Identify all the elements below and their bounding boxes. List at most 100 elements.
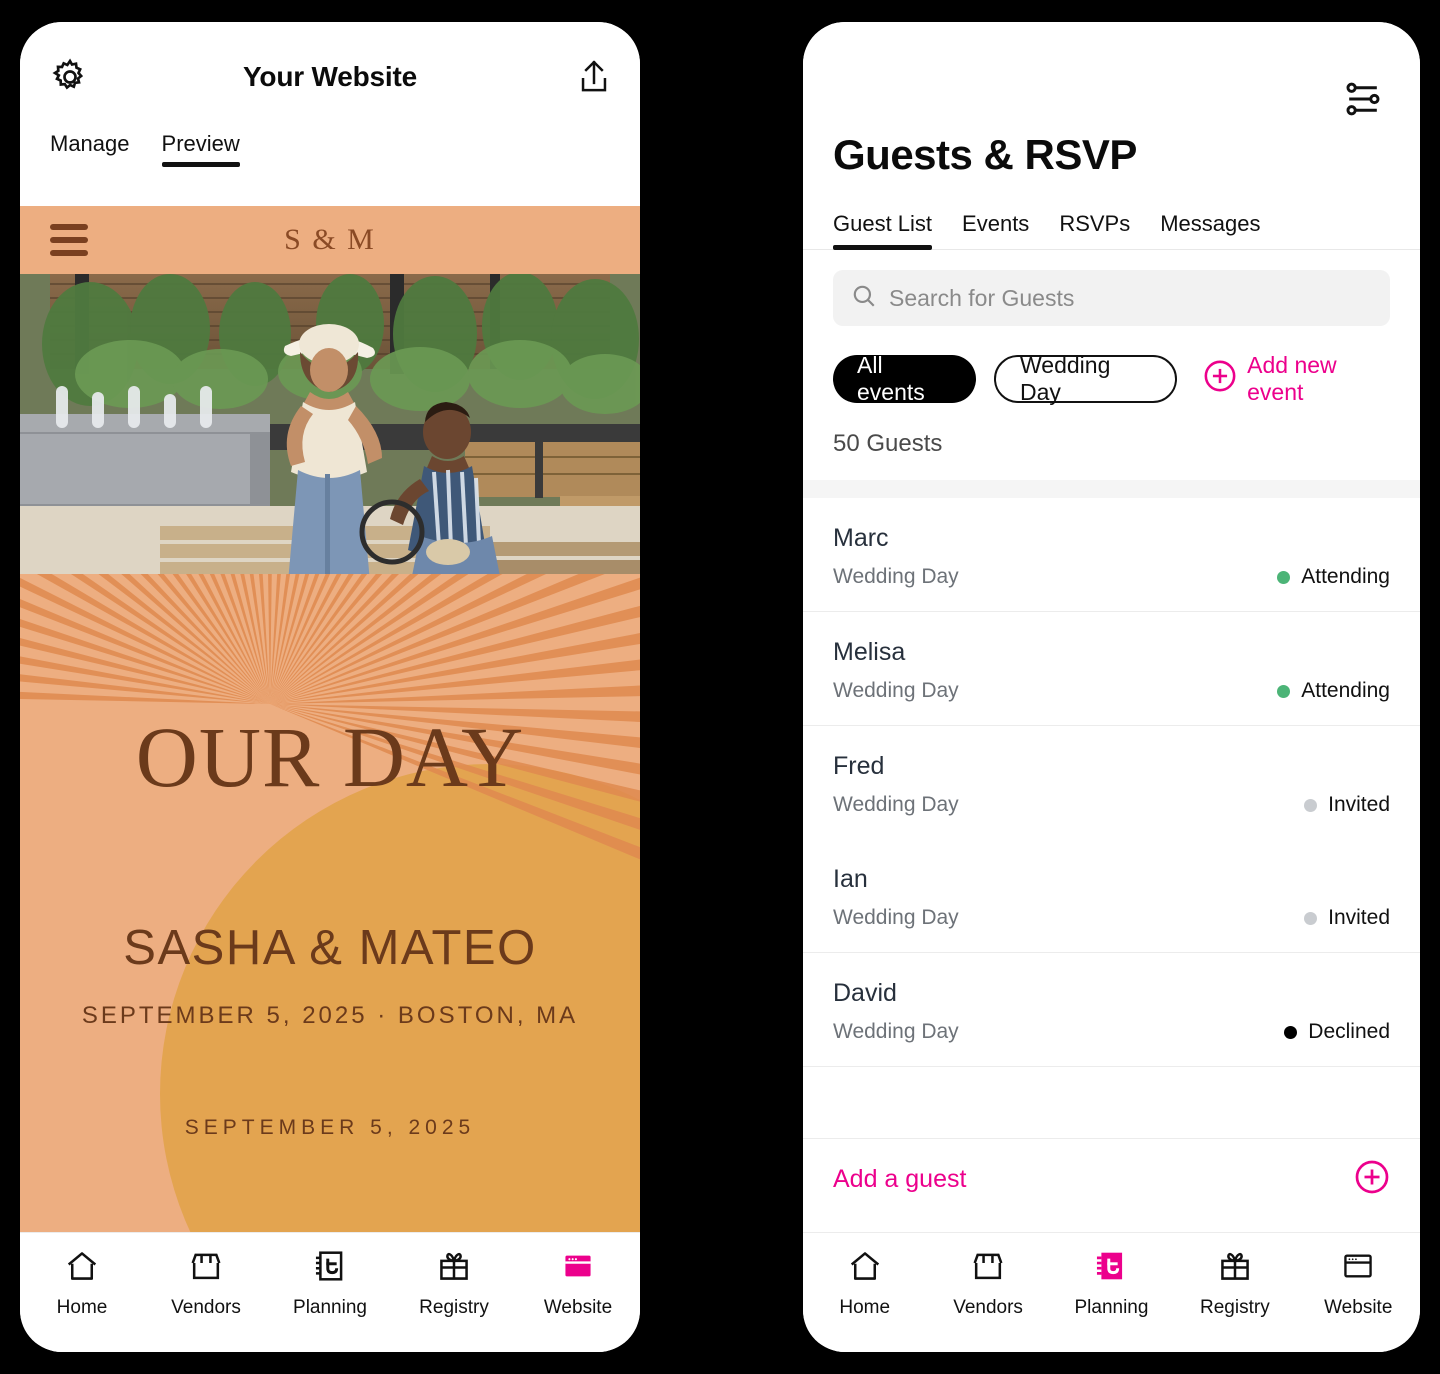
status-dot bbox=[1304, 798, 1318, 812]
search-icon bbox=[851, 283, 877, 314]
add-guest-label: Add a guest bbox=[833, 1165, 967, 1193]
hamburger-menu-icon[interactable] bbox=[50, 224, 88, 256]
guest-group: Fred Wedding Day Invited Ian Wedding Day… bbox=[803, 725, 1420, 952]
nav-label-vendors: Vendors bbox=[171, 1297, 241, 1318]
guest-count: 50 Guests bbox=[833, 430, 943, 457]
table-row[interactable]: David Wedding Day Declined bbox=[803, 953, 1420, 1066]
tab-manage[interactable]: Manage bbox=[50, 131, 130, 167]
plus-circle-icon bbox=[1203, 359, 1237, 399]
tab-events[interactable]: Events bbox=[962, 211, 1029, 249]
guest-event: Wedding Day bbox=[833, 679, 959, 702]
guest-group: Marc Wedding Day Attending bbox=[803, 498, 1420, 611]
site-nav-bar: S & M bbox=[20, 206, 640, 274]
add-new-event-label: Add new event bbox=[1247, 352, 1337, 405]
phone-left-website-preview: Your Website Manage Preview S & M OUR DA… bbox=[20, 22, 640, 1352]
website-tabs: Manage Preview bbox=[20, 131, 640, 206]
status-label: Invited bbox=[1328, 793, 1390, 816]
nav-label-registry: Registry bbox=[1200, 1297, 1270, 1318]
nav-item-vendors[interactable]: Vendors bbox=[933, 1249, 1043, 1319]
status-dot bbox=[1304, 911, 1318, 925]
event-filter-chips: All events Wedding Day Add new event bbox=[803, 326, 1420, 406]
page-title: Your Website bbox=[243, 61, 417, 92]
tab-preview[interactable]: Preview bbox=[161, 131, 241, 168]
gift-icon bbox=[1217, 1249, 1253, 1288]
status-label: Attending bbox=[1301, 565, 1390, 588]
tab-rsvps[interactable]: RSVPs bbox=[1059, 211, 1130, 249]
tab-guest-list[interactable]: Guest List bbox=[833, 211, 933, 250]
status-label: Declined bbox=[1308, 1020, 1390, 1043]
nav-item-home[interactable]: Home bbox=[27, 1249, 137, 1319]
table-row[interactable]: Fred Wedding Day Invited bbox=[803, 726, 1420, 839]
nav-item-planning[interactable]: Planning bbox=[1056, 1249, 1166, 1319]
storefront-icon bbox=[188, 1249, 224, 1288]
status-badge: Attending bbox=[1277, 565, 1390, 589]
table-row[interactable]: Ian Wedding Day Invited bbox=[803, 839, 1420, 952]
gift-icon bbox=[436, 1249, 472, 1288]
guest-group: Melisa Wedding Day Attending bbox=[803, 611, 1420, 725]
nav-item-website[interactable]: Website bbox=[523, 1249, 633, 1319]
hero-date-location: SEPTEMBER 5, 2025 · BOSTON, MA bbox=[81, 1002, 579, 1029]
status-badge: Declined bbox=[1284, 1020, 1390, 1044]
search-input[interactable] bbox=[889, 284, 1372, 312]
guest-name: Ian bbox=[833, 865, 868, 893]
status-dot bbox=[1284, 1025, 1298, 1039]
share-upload-icon[interactable] bbox=[576, 58, 612, 96]
app-topbar: Your Website bbox=[20, 22, 640, 132]
status-dot bbox=[1277, 570, 1291, 584]
nav-label-vendors: Vendors bbox=[953, 1297, 1023, 1318]
nav-item-planning[interactable]: Planning bbox=[275, 1249, 385, 1319]
planner-book-icon bbox=[312, 1249, 348, 1288]
table-row[interactable]: Marc Wedding Day Attending bbox=[803, 498, 1420, 611]
table-row[interactable]: Melisa Wedding Day Attending bbox=[803, 612, 1420, 725]
bottom-nav-right: Home Vendors Planning Registry Website bbox=[803, 1232, 1420, 1352]
nav-label-website: Website bbox=[1324, 1297, 1393, 1318]
filter-sliders-icon[interactable] bbox=[1342, 80, 1384, 123]
home-icon bbox=[64, 1249, 100, 1288]
add-guest-row[interactable]: Add a guest bbox=[803, 1138, 1420, 1220]
nav-item-registry[interactable]: Registry bbox=[399, 1249, 509, 1319]
browser-window-icon bbox=[560, 1249, 596, 1288]
guest-name: Marc bbox=[833, 524, 889, 552]
guest-name: Fred bbox=[833, 752, 885, 780]
website-preview-frame: S & M OUR DAY SASHA & MATEO SEPTEMBER 5,… bbox=[20, 206, 640, 1270]
home-icon bbox=[847, 1249, 883, 1288]
guest-event: Wedding Day bbox=[833, 906, 959, 929]
status-badge: Invited bbox=[1304, 793, 1390, 817]
guests-topbar bbox=[803, 22, 1420, 137]
chip-all-events[interactable]: All events bbox=[833, 352, 976, 405]
nav-label-home: Home bbox=[839, 1297, 891, 1318]
plus-circle-icon[interactable] bbox=[1354, 1159, 1390, 1200]
add-new-event-button[interactable]: Add new event bbox=[1203, 352, 1390, 406]
nav-label-registry: Registry bbox=[419, 1297, 489, 1318]
list-separator bbox=[803, 480, 1420, 498]
guest-event: Wedding Day bbox=[833, 565, 959, 588]
list-bottom-spacer bbox=[803, 1066, 1420, 1138]
nav-label-planning: Planning bbox=[293, 1297, 367, 1318]
status-label: Attending bbox=[1301, 679, 1390, 702]
hero-date-secondary: SEPTEMBER 5, 2025 bbox=[184, 1116, 476, 1139]
site-monogram: S & M bbox=[284, 223, 376, 256]
guest-group: David Wedding Day Declined bbox=[803, 952, 1420, 1066]
nav-item-registry[interactable]: Registry bbox=[1180, 1249, 1290, 1319]
guests-tabs: Guest List Events RSVPs Messages bbox=[803, 211, 1420, 250]
guest-name: Melisa bbox=[833, 638, 906, 666]
nav-item-home[interactable]: Home bbox=[810, 1249, 920, 1319]
tab-messages[interactable]: Messages bbox=[1160, 211, 1260, 249]
nav-item-website[interactable]: Website bbox=[1303, 1249, 1413, 1319]
page-title: Guests & RSVP bbox=[833, 131, 1137, 178]
guest-event: Wedding Day bbox=[833, 1020, 959, 1043]
chip-wedding-day[interactable]: Wedding Day bbox=[994, 352, 1178, 405]
gear-icon[interactable] bbox=[50, 57, 90, 97]
guests-scroll-area[interactable]: Guests & RSVP Guest List Events RSVPs Me… bbox=[803, 22, 1420, 1232]
hero-headline: OUR DAY bbox=[135, 709, 525, 805]
nav-item-vendors[interactable]: Vendors bbox=[151, 1249, 261, 1319]
search-bar[interactable] bbox=[833, 270, 1390, 326]
planner-book-icon bbox=[1093, 1249, 1129, 1288]
search-container bbox=[803, 250, 1420, 326]
phone-right-guests-rsvp: Guests & RSVP Guest List Events RSVPs Me… bbox=[803, 22, 1420, 1352]
bottom-nav-left: Home Vendors Planning Registry Website bbox=[20, 1232, 640, 1352]
nav-label-planning: Planning bbox=[1074, 1297, 1149, 1318]
nav-label-home: Home bbox=[56, 1297, 108, 1318]
status-badge: Attending bbox=[1277, 679, 1390, 703]
guest-event: Wedding Day bbox=[833, 793, 959, 816]
